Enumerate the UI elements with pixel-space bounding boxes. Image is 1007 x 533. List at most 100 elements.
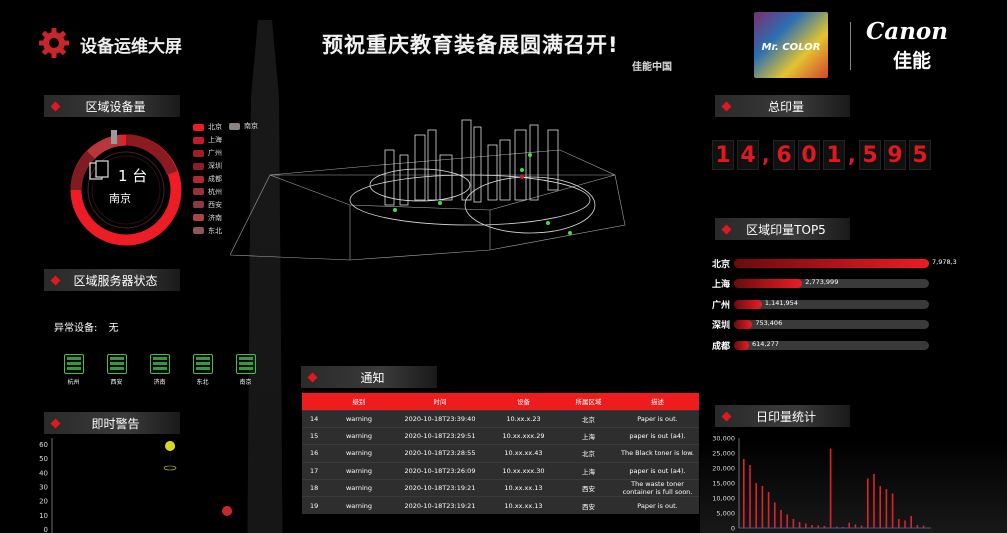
column-header[interactable]: 时间 xyxy=(394,393,486,410)
table-row[interactable]: 17 warning 2020-10-18T23:26:09 10.xx.xxx.30… xyxy=(302,461,699,480)
table-cell: 2020-10-18T23:19:21 xyxy=(394,496,486,515)
table-cell: 10.xx.xx.13 xyxy=(486,496,561,515)
location-pin-icon[interactable] xyxy=(163,441,177,471)
top5-region: 深圳 xyxy=(712,321,731,332)
server-item[interactable]: 南京 xyxy=(224,354,267,386)
server-item[interactable]: 东北 xyxy=(181,354,224,386)
y-tick-label: 30,000 xyxy=(712,435,735,443)
legend-item[interactable]: 广州 xyxy=(193,147,222,160)
digit-cell: 9 xyxy=(884,140,906,170)
top5-value: 614,277 xyxy=(752,339,779,348)
column-header[interactable]: 描述 xyxy=(616,393,699,410)
table-cell: 上海 xyxy=(561,461,616,480)
digit-cell: 5 xyxy=(859,140,881,170)
top5-region: 成都 xyxy=(712,341,731,352)
daily-bar xyxy=(842,526,844,528)
daily-bar xyxy=(805,523,807,528)
table-cell: The waste toner container is full soon. xyxy=(616,479,699,497)
page-subtitle: 佳能中国 xyxy=(632,62,672,73)
top5-track: 2,773,999 xyxy=(734,278,929,289)
daily-bar xyxy=(829,448,832,528)
brand-divider xyxy=(850,22,851,70)
server-item[interactable]: 济南 xyxy=(138,354,181,386)
legend-label: 北京 xyxy=(208,123,222,132)
legend-label: 广州 xyxy=(208,149,222,158)
table-row[interactable]: 19 warning 2020-10-18T23:19:21 10.xx.xx.13 西… xyxy=(302,496,699,515)
legend-item[interactable]: 成都 xyxy=(193,173,222,186)
legend-swatch xyxy=(193,162,204,170)
legend-swatch xyxy=(193,227,204,235)
legend-item[interactable]: 杭州 xyxy=(193,185,222,198)
legend-swatch xyxy=(193,136,204,144)
server-icon xyxy=(149,354,170,374)
diamond-icon xyxy=(50,418,61,428)
legend-swatch xyxy=(193,175,204,183)
legend-label: 东北 xyxy=(208,226,222,235)
legend-item[interactable]: 深圳 xyxy=(193,160,222,173)
top5-row: 北京 7,978,3 xyxy=(712,253,962,274)
legend-label: 杭州 xyxy=(208,187,222,196)
device-count: 1 台 xyxy=(118,167,148,185)
table-row[interactable]: 18 warning 2020-10-18T23:19:21 10.xx.xx.13 西… xyxy=(302,479,699,497)
table-cell: Paper is out. xyxy=(616,496,699,515)
column-header-index xyxy=(302,393,324,410)
daily-bar xyxy=(817,525,819,528)
top5-row: 成都 614,277 xyxy=(712,335,962,356)
digit-cell: 4 xyxy=(737,140,759,170)
daily-bar xyxy=(848,522,850,528)
server-item[interactable]: 西安 xyxy=(95,354,138,386)
device-city: 南京 xyxy=(109,192,131,205)
table-cell: paper is out (a4). xyxy=(616,461,699,480)
diamond-icon xyxy=(721,224,732,234)
top5-bar xyxy=(734,258,929,268)
section-header-server-status: 区域服务器状态 xyxy=(44,269,180,291)
table-cell: 10.xx.x.23 xyxy=(486,409,561,428)
table-cell: 10.xx.xxx.30 xyxy=(486,461,561,480)
table-row[interactable]: 14 warning 2020-10-18T23:39:40 10.xx.x.23 北京… xyxy=(302,409,699,428)
table-cell: 19 xyxy=(302,496,324,515)
y-tick-label: 0 xyxy=(731,525,735,533)
table-row[interactable]: 16 warning 2020-10-18T23:28:55 10.xx.xx.43 北… xyxy=(302,444,699,463)
top5-bar xyxy=(734,299,762,309)
table-cell: 北京 xyxy=(561,409,616,428)
server-label: 东北 xyxy=(196,379,209,386)
server-item[interactable]: 杭州 xyxy=(52,354,95,386)
table-cell: warning xyxy=(324,496,394,515)
section-title: 通知 xyxy=(360,370,385,385)
daily-bar xyxy=(792,519,795,528)
legend-item[interactable]: 北京 xyxy=(193,121,222,134)
server-icon xyxy=(192,354,213,374)
legend-swatch xyxy=(193,149,204,157)
table-cell: 10.xx.xx.43 xyxy=(486,444,561,463)
daily-bar xyxy=(811,525,813,528)
legend-item[interactable]: 济南 xyxy=(193,211,222,224)
section-title: 总印量 xyxy=(767,99,804,114)
legend-label: 西安 xyxy=(208,200,222,209)
column-header[interactable]: 设备 xyxy=(486,393,561,410)
server-icon xyxy=(235,354,256,374)
y-tick-label: 10 xyxy=(39,512,48,520)
legend-swatch xyxy=(193,123,204,131)
alerts-chart: 60 50 40 30 20 10 0 xyxy=(39,438,233,533)
column-header[interactable]: 级别 xyxy=(324,393,394,410)
top5-track: 7,978,3 xyxy=(734,258,957,268)
table-row[interactable]: 15 warning 2020-10-18T23:29:51 10.xx.xxx.29… xyxy=(302,426,699,445)
legend-item[interactable]: 上海 xyxy=(193,134,222,147)
diamond-icon xyxy=(721,101,732,111)
mr-color-logo-text: Mr. COLOR xyxy=(761,42,821,53)
y-tick-label: 50 xyxy=(39,455,48,463)
top5-region: 北京 xyxy=(712,259,731,270)
canon-logo-cn: 佳能 xyxy=(893,50,932,72)
diamond-icon xyxy=(50,275,61,285)
legend-item[interactable]: 西安 xyxy=(193,198,222,211)
legend-item[interactable]: 东北 xyxy=(193,224,222,237)
abnormal-devices: 异常设备: 无 xyxy=(54,319,119,334)
table-cell: 2020-10-18T23:26:09 xyxy=(394,461,486,480)
top5-row: 深圳 753,406 xyxy=(712,315,962,336)
column-header[interactable]: 所属区域 xyxy=(561,393,616,410)
section-header-daily-prints: 日印量统计 xyxy=(715,405,850,427)
location-pin-icon[interactable] xyxy=(222,506,233,531)
region-legend: 北京上海广州深圳 成都 杭州西安济南东北 xyxy=(193,121,222,237)
legend-label: 济南 xyxy=(208,213,222,222)
digit-cell: 1 xyxy=(823,140,845,170)
